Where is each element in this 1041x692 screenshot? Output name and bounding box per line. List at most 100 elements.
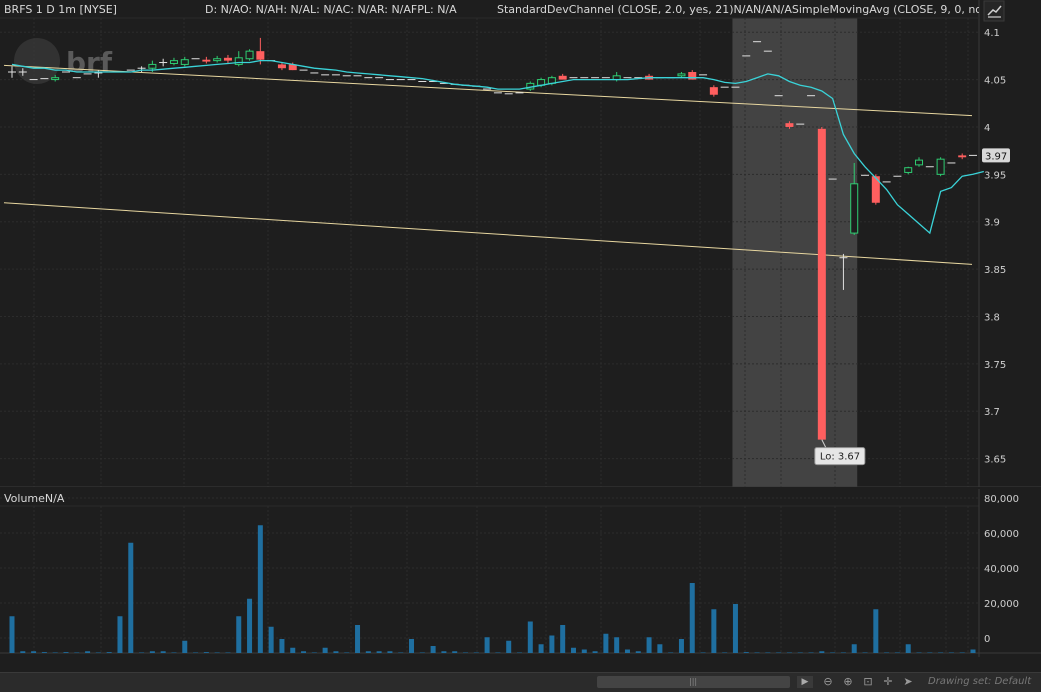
- volume-bar: [506, 640, 512, 653]
- volume-bar: [171, 652, 177, 653]
- price-tick-label: 4.1: [984, 28, 1000, 39]
- candle: [245, 49, 254, 61]
- volume-bar: [840, 652, 846, 653]
- price-tick-label: 3.65: [984, 455, 1006, 466]
- volume-bar: [409, 639, 415, 653]
- chart-settings-icon[interactable]: [983, 0, 1005, 22]
- volume-bar: [549, 635, 555, 653]
- brf-logo-icon: [14, 38, 60, 84]
- zoom-out-icon[interactable]: ⊖: [820, 675, 836, 689]
- volume-bar: [797, 652, 803, 653]
- volume-bar: [905, 644, 911, 653]
- volume-bar: [452, 651, 458, 653]
- zoom-in-icon[interactable]: ⊕: [840, 675, 856, 689]
- volume-bar: [808, 652, 814, 653]
- volume-bar: [473, 652, 479, 653]
- volume-bar: [560, 625, 566, 653]
- price-tick-label: 3.7: [984, 407, 1000, 418]
- volume-tick-label: 40,000: [984, 564, 1019, 575]
- volume-bar: [678, 639, 684, 653]
- volume-bar: [754, 652, 760, 653]
- volume-bar: [301, 651, 307, 653]
- price-tick-label: 3.8: [984, 312, 1000, 323]
- volume-bar: [365, 651, 371, 653]
- crosshair-icon[interactable]: ✛: [880, 675, 896, 689]
- volume-bar: [322, 647, 328, 653]
- volume-bar: [355, 625, 361, 653]
- volume-bar: [247, 598, 253, 653]
- price-tick-label: 3.85: [984, 265, 1006, 276]
- volume-bar: [85, 651, 91, 653]
- volume-bar: [948, 652, 954, 653]
- price-panel[interactable]: 4.14.0543.953.93.853.83.753.73.65brfLo: …: [0, 0, 1041, 487]
- volume-bar: [398, 652, 404, 653]
- volume-bar: [830, 652, 836, 653]
- volume-bar: [711, 609, 717, 653]
- scroll-right-icon[interactable]: ▶: [797, 676, 813, 688]
- volume-bar: [160, 651, 166, 653]
- volume-bar: [635, 651, 641, 653]
- volume-bar: [117, 616, 123, 653]
- volume-bar: [419, 652, 425, 653]
- scroll-grip-icon[interactable]: |||: [689, 678, 697, 686]
- volume-bar: [31, 651, 37, 653]
- volume-bar: [970, 649, 976, 653]
- candle: [936, 157, 945, 177]
- volume-bar: [311, 652, 317, 653]
- price-tick-label: 3.9: [984, 218, 1000, 229]
- volume-bar: [819, 651, 825, 653]
- horizontal-scrollbar[interactable]: |||: [597, 676, 790, 688]
- volume-bar: [873, 609, 879, 653]
- chart-window: 4.1 4.05 4 3.95 3.9 3.85 3.8 3.75 3.7 3.65 brf Lo: …: [0, 0, 1041, 692]
- volume-bar: [344, 652, 350, 653]
- volume-bar: [182, 640, 188, 653]
- volume-bar: [516, 652, 522, 653]
- volume-bar: [603, 633, 609, 653]
- volume-bar: [732, 604, 738, 653]
- volume-tick-label: 20,000: [984, 599, 1019, 610]
- pointer-icon[interactable]: ➤: [900, 675, 916, 689]
- volume-bar: [52, 652, 58, 653]
- volume-bar: [41, 652, 47, 653]
- volume-panel[interactable]: 80,00060,00040,00020,000014:5515:0115:10…: [0, 489, 1041, 657]
- volume-bar: [538, 644, 544, 653]
- volume-bar: [938, 652, 944, 653]
- volume-bar: [851, 644, 857, 653]
- volume-bar: [333, 651, 339, 653]
- volume-bar: [570, 647, 576, 653]
- volume-bar: [463, 652, 469, 653]
- volume-bar: [668, 652, 674, 653]
- drawing-set-label[interactable]: Drawing set: Default: [928, 676, 1031, 687]
- volume-bar: [376, 651, 382, 653]
- volume-bar: [884, 652, 890, 653]
- volume-bar: [430, 646, 436, 653]
- session-highlight: [732, 18, 858, 487]
- volume-bar: [689, 583, 695, 653]
- price-tick-label: 4: [984, 123, 990, 134]
- zoom-fit-icon[interactable]: ⊡: [860, 675, 876, 689]
- volume-bar: [74, 652, 80, 653]
- study-legend[interactable]: StandardDevChannel (CLOSE, 2.0, yes, 21)…: [497, 3, 979, 16]
- volume-bar: [722, 652, 728, 653]
- volume-bar: [193, 652, 199, 653]
- volume-bar: [646, 637, 652, 653]
- volume-bar: [927, 652, 933, 653]
- volume-bar: [959, 652, 965, 653]
- low-annotation: Lo: 3.67: [820, 452, 860, 463]
- volume-bar: [387, 651, 393, 653]
- volume-bar: [894, 652, 900, 653]
- volume-bar: [441, 651, 447, 653]
- volume-bar: [106, 652, 112, 653]
- volume-bar: [700, 652, 706, 653]
- price-tick-label: 3.75: [984, 360, 1006, 371]
- volume-bar: [495, 652, 501, 653]
- volume-bar: [236, 616, 242, 653]
- ticker-label[interactable]: BRFS 1 D 1m [NYSE]: [4, 3, 117, 16]
- volume-bar: [862, 652, 868, 653]
- volume-bar: [657, 644, 663, 653]
- bottom-toolbar: ||| ▶ ⊖ ⊕ ⊡ ✛ ➤ Drawing set: Default: [0, 672, 1041, 692]
- volume-label[interactable]: VolumeN/A: [4, 492, 64, 505]
- volume-bar: [139, 652, 145, 653]
- ohlc-readout: D: N/AO: N/AH: N/AL: N/AC: N/AR: N/AFPL:…: [205, 3, 457, 16]
- volume-bar: [624, 649, 630, 653]
